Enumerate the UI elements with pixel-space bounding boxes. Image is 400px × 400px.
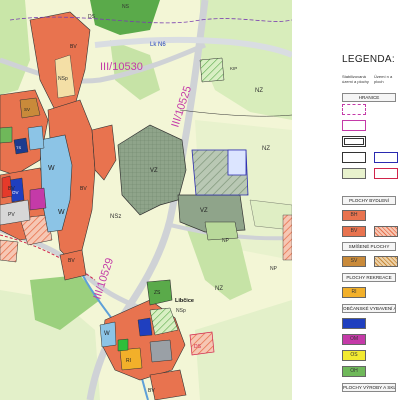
area-label-bv1: BV	[70, 44, 77, 50]
area-label-np1: NP	[222, 238, 230, 244]
hatch-east-edge	[282, 214, 292, 261]
area-label-pv: PV	[8, 212, 15, 218]
area-label-ts: TS	[16, 145, 21, 150]
legend-section-obcanske: OBČANSKÉ VYBAVENÍ A	[342, 304, 396, 313]
legend-section-hranice: HRANICE	[342, 93, 396, 102]
area-label-sv: SV	[24, 107, 30, 112]
village-bv-hatched-2	[0, 239, 19, 263]
libcice-ri	[119, 347, 143, 371]
area-label-zs: ZS	[154, 290, 161, 296]
area-label-vz2: VZ	[200, 208, 208, 214]
legend-section-smisene: SMÍŠENÉ PLOCHY	[342, 242, 396, 251]
legend-swatch-om: OM	[342, 334, 366, 345]
area-label-w3: W	[104, 331, 110, 337]
land-use-map: III/10530 III/10525 III/10529 Lk N6 Libč…	[0, 0, 292, 400]
legend-swatch-bh: BH	[342, 210, 366, 221]
road-label-lk: Lk N6	[150, 42, 166, 48]
area-label-nsp1: NSp	[58, 76, 68, 82]
area-label-bv2: BV	[80, 186, 87, 192]
area-label-ds1: DS	[88, 14, 96, 20]
om-block	[29, 187, 47, 211]
nl-hatch-north	[199, 57, 225, 83]
legend-swatch-os: OS	[342, 350, 366, 361]
legend-section-bydleni: PLOCHY BYDLENÍ	[342, 196, 396, 205]
area-label-nsz: NSz	[110, 214, 121, 220]
area-label-ns: NS	[122, 4, 130, 10]
area-label-ri: RI	[126, 358, 131, 364]
bv-south-strip	[59, 249, 87, 281]
libcice-green-sq	[117, 338, 129, 352]
area-label-nz2: NZ	[215, 286, 223, 292]
legend-col-stabilized: Stabilizovaná území a plochy	[342, 74, 369, 84]
legend-swatch-boundary-6	[374, 152, 398, 163]
legend-title: LEGENDA:	[342, 54, 395, 65]
legend-swatch-ri: RI	[342, 287, 366, 298]
map-sheet: III/10530 III/10525 III/10529 Lk N6 Libč…	[0, 0, 400, 400]
libcice-ov	[137, 317, 153, 337]
legend-swatch-bv-planned	[374, 226, 398, 237]
oh-block	[0, 126, 13, 144]
legend-swatch-oh: OH	[342, 366, 366, 377]
area-label-nz1: NZ	[255, 88, 263, 94]
legend-swatch-boundary-7	[374, 168, 398, 179]
legend-col-planned: Území n a ploch	[374, 74, 393, 84]
place-label-libcice: Libčice	[175, 298, 194, 304]
legend-swatch-boundary-2	[342, 120, 366, 131]
legend-swatch-sv: SV	[342, 256, 366, 267]
legend-swatch-bv: BV	[342, 226, 366, 237]
area-label-nz3: NZ	[262, 146, 270, 152]
area-label-vz1: VZ	[150, 168, 158, 174]
area-label-ov: OV	[12, 190, 19, 195]
legend-swatch-boundary-3	[342, 136, 366, 147]
area-label-w2: W	[58, 209, 65, 216]
area-label-bv5: BV	[148, 388, 155, 394]
area-label-np2: NP	[270, 266, 278, 272]
road-label-10530: III/10530	[100, 61, 143, 73]
libcice-bv-south	[149, 369, 187, 400]
water-w-north	[27, 125, 45, 151]
blue-plot	[227, 149, 247, 176]
legend-swatch-boundary-1	[342, 104, 366, 115]
legend-panel: LEGENDA: Stabilizovaná území a plochy Úz…	[294, 0, 400, 400]
legend-section-vyroby: PLOCHY VÝROBY A SKLAD	[342, 383, 396, 392]
legend-swatch-ov: OV	[342, 318, 366, 329]
area-label-ds2: DS	[194, 344, 202, 350]
area-label-nsp2: NSp	[176, 308, 186, 314]
area-label-w1: W	[48, 165, 55, 172]
area-label-bv3: BV	[68, 258, 75, 264]
legend-swatch-boundary-5	[342, 168, 366, 179]
legend-swatch-sv-planned	[374, 256, 398, 267]
area-label-kip: KIP	[230, 66, 237, 71]
libcice-grey	[149, 339, 173, 363]
legend-section-rekreace: PLOCHY REKREACE	[342, 273, 396, 282]
legend-swatch-boundary-4	[342, 152, 366, 163]
